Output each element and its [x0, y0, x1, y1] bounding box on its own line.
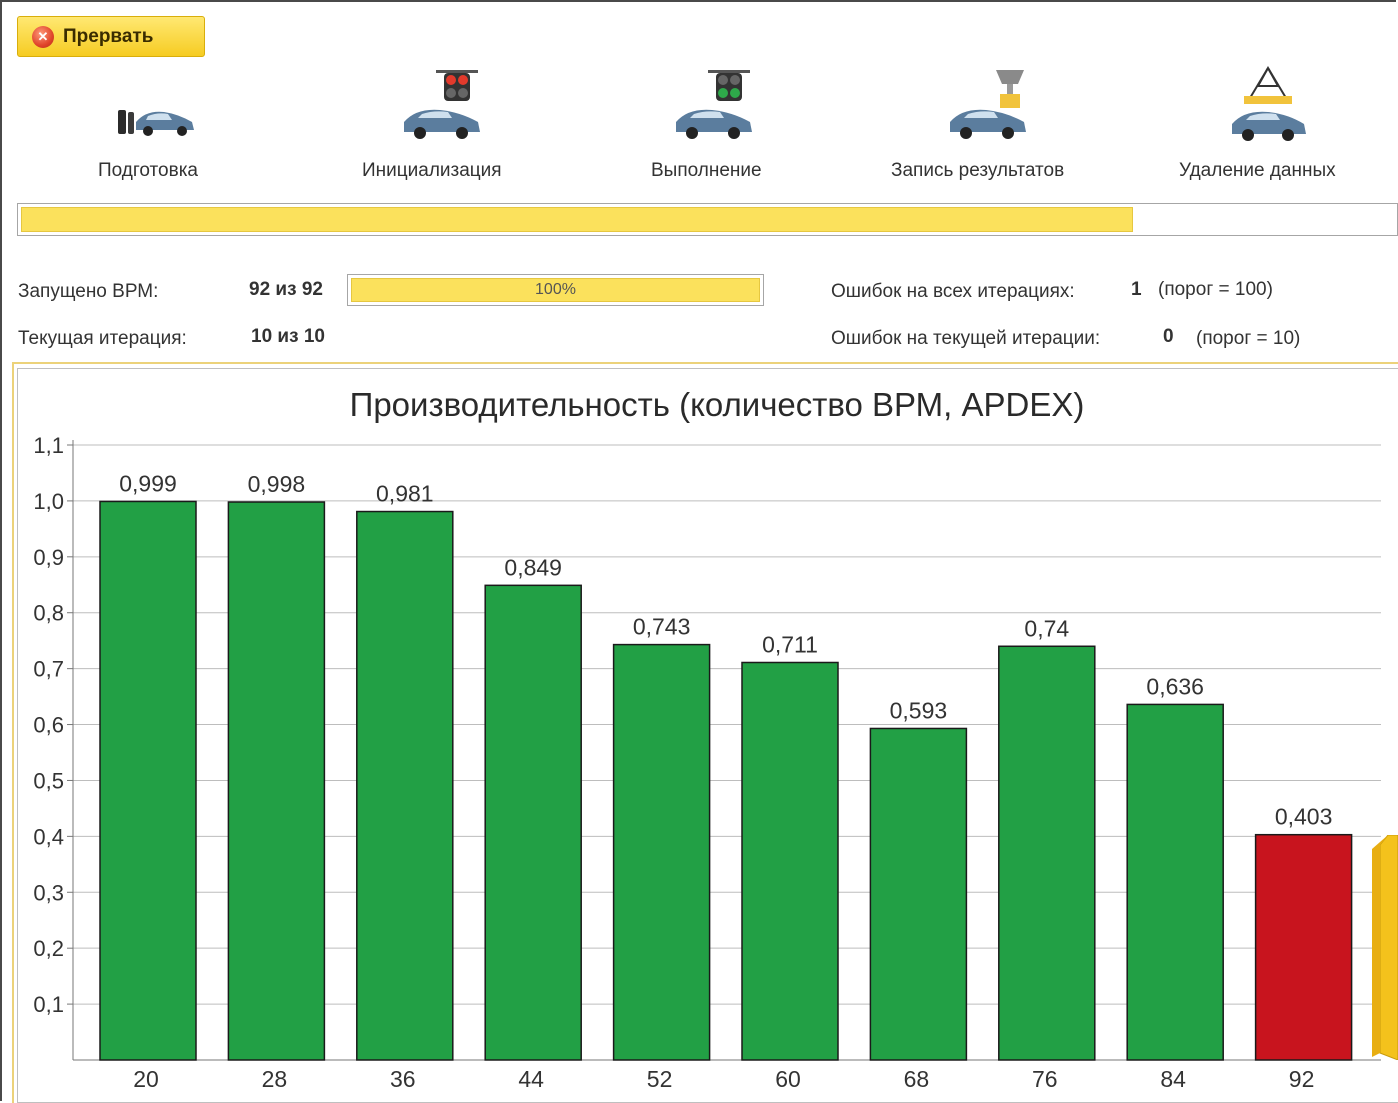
bar-value-label: 0,981 [376, 481, 434, 507]
bar-value-label: 0,711 [762, 631, 818, 657]
apdex-bar-chart: 0,1 0,2 0,3 0,4 0,5 0,6 0,7 0,8 0,9 1,0 1,1 0,999 20… [33, 433, 1381, 1092]
x-tick-label: 52 [647, 1066, 673, 1092]
y-tick-label: 0,6 [33, 713, 64, 738]
y-tick-label: 0,9 [33, 545, 64, 570]
bar-value-label: 0,999 [119, 470, 177, 496]
bar-value-label: 0,593 [890, 697, 948, 723]
x-tick-label: 20 [133, 1066, 159, 1092]
x-tick-label: 68 [904, 1066, 930, 1092]
bar-value-label: 0,74 [1024, 615, 1069, 641]
x-tick-label: 36 [390, 1066, 416, 1092]
x-tick-label: 60 [775, 1066, 801, 1092]
x-tick-label: 76 [1032, 1066, 1058, 1092]
x-tick-label: 28 [262, 1066, 288, 1092]
y-tick-label: 0,4 [33, 824, 64, 849]
y-tick-label: 0,8 [33, 601, 64, 626]
y-tick-label: 0,3 [33, 880, 64, 905]
bar [869, 727, 968, 1061]
x-tick-label: 84 [1160, 1066, 1186, 1092]
y-tick-label: 0,2 [33, 936, 64, 961]
bar [1126, 703, 1224, 1061]
y-tick-label: 0,1 [33, 992, 64, 1017]
bar [612, 643, 711, 1061]
bar-value-label: 0,998 [248, 471, 306, 497]
y-tick-label: 0,5 [33, 768, 64, 793]
bar [356, 510, 454, 1061]
bar-value-label: 0,403 [1275, 804, 1333, 830]
bar [1254, 833, 1353, 1061]
bar-value-label: 0,636 [1146, 673, 1204, 699]
x-tick-label: 92 [1289, 1066, 1315, 1092]
y-tick-label: 0,7 [33, 657, 64, 682]
bar-value-label: 0,743 [633, 614, 691, 640]
bar [741, 661, 839, 1061]
bar [99, 500, 197, 1061]
y-tick-label: 1,0 [33, 489, 64, 514]
bar-value-label: 0,849 [504, 554, 562, 580]
x-tick-label: 44 [518, 1066, 544, 1092]
tooltip-callout [1372, 835, 1398, 1060]
y-tick-label: 1,1 [33, 433, 64, 458]
bar [998, 645, 1096, 1061]
bar [227, 501, 326, 1061]
bar [484, 584, 582, 1061]
